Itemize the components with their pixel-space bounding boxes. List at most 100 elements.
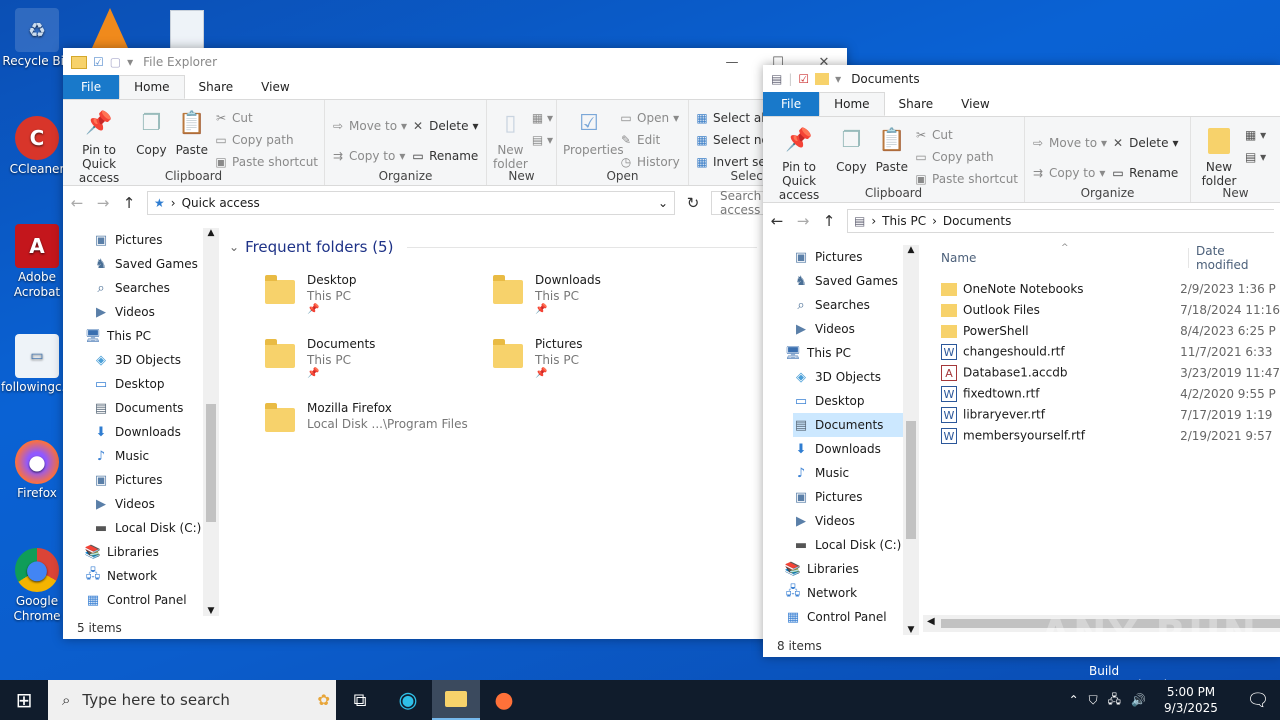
nav-scrollbar[interactable]: ▲ ▼ <box>203 228 219 616</box>
tab-file[interactable]: File <box>63 75 120 99</box>
edge-taskbar-button[interactable]: ◉ <box>384 680 432 720</box>
sidebar-item-documents[interactable]: ▤ Documents <box>93 396 203 420</box>
volume-icon[interactable]: 🔊 <box>1131 693 1146 707</box>
back-arrow-icon[interactable]: ← <box>769 212 785 230</box>
scrollbar-thumb[interactable] <box>206 404 216 522</box>
table-row[interactable]: Wlibraryever.rtf 7/17/2019 1:19 <box>941 404 1280 425</box>
folder-tile-desktop[interactable]: Desktop This PC 📌 <box>265 272 357 315</box>
move-to-button[interactable]: ⇨ Move to ▾ <box>331 116 407 135</box>
nav-scrollbar[interactable]: ▲ ▼ <box>903 245 919 635</box>
taskbar-search-box[interactable]: ⌕ Type here to search ✿ <box>48 680 336 720</box>
copy-to-button[interactable]: ⇉ Copy to ▾ <box>1031 163 1107 182</box>
sidebar-item-3d-objects[interactable]: ◈ 3D Objects <box>93 348 203 372</box>
sidebar-item-music[interactable]: ♪ Music <box>93 444 203 468</box>
chevron-down-icon[interactable]: ⌄ <box>658 196 668 210</box>
tab-file[interactable]: File <box>763 92 820 116</box>
scrollbar-thumb[interactable] <box>906 421 916 539</box>
minimize-button[interactable]: — <box>709 48 755 76</box>
scroll-down-icon[interactable]: ▼ <box>203 606 219 616</box>
sidebar-item-control-panel[interactable]: ▦ Control Panel <box>85 588 203 612</box>
refresh-icon[interactable]: ↻ <box>685 194 701 212</box>
table-row[interactable]: Outlook Files 7/18/2024 11:16 <box>941 299 1280 320</box>
frequent-folders-header[interactable]: ⌄ Frequent folders (5) <box>229 238 757 256</box>
start-button[interactable]: ⊞ <box>0 680 48 720</box>
delete-button[interactable]: ✕ Delete ▾ <box>1111 133 1179 152</box>
copy-to-button[interactable]: ⇉ Copy to ▾ <box>331 146 407 165</box>
sidebar-item-videos[interactable]: ▶ Videos <box>793 509 903 533</box>
sidebar-item-searches[interactable]: ⌕ Searches <box>793 293 903 317</box>
address-bar[interactable]: ▤ › This PC › Documents <box>847 209 1274 233</box>
rename-button[interactable]: ▭ Rename <box>411 146 478 165</box>
breadcrumb-this-pc[interactable]: This PC <box>882 214 926 228</box>
notification-button[interactable]: 🗨 <box>1236 680 1280 720</box>
task-view-button[interactable]: ⧉ <box>336 680 384 720</box>
sidebar-item-3d-objects[interactable]: ◈ 3D Objects <box>793 365 903 389</box>
sidebar-item-pictures[interactable]: ▣ Pictures <box>793 245 903 269</box>
move-to-button[interactable]: ⇨ Move to ▾ <box>1031 133 1107 152</box>
vlc-icon[interactable] <box>92 8 128 48</box>
security-icon[interactable]: ⛉ <box>1089 693 1098 708</box>
scroll-up-icon[interactable]: ▲ <box>903 245 919 259</box>
column-name[interactable]: Name <box>923 251 1188 265</box>
scroll-down-icon[interactable]: ▼ <box>903 625 919 635</box>
tab-home[interactable]: Home <box>119 75 185 99</box>
folder-tile-downloads[interactable]: Downloads This PC 📌 <box>493 272 601 315</box>
sidebar-item-videos[interactable]: ▶ Videos <box>93 300 203 324</box>
column-divider[interactable] <box>1187 248 1189 268</box>
network-icon[interactable]: 🖧 <box>1108 690 1121 711</box>
sidebar-item-saved-games[interactable]: ♞ Saved Games <box>93 252 203 276</box>
sidebar-item-searches[interactable]: ⌕ Searches <box>93 276 203 300</box>
delete-button[interactable]: ✕ Delete ▾ <box>411 116 479 135</box>
copy-path-button[interactable]: ▭ Copy path <box>914 147 1018 166</box>
sidebar-item-network[interactable]: 🖧 Network <box>785 581 903 605</box>
new-item-button[interactable]: ▦ ▾ <box>532 108 553 127</box>
up-arrow-icon[interactable]: ↑ <box>121 194 137 212</box>
sidebar-item-pictures[interactable]: ▣ Pictures <box>793 485 903 509</box>
new-item-button[interactable]: ▦ ▾ <box>1245 125 1266 144</box>
folder-tile-pictures[interactable]: Pictures This PC 📌 <box>493 336 583 379</box>
forward-arrow-icon[interactable]: → <box>795 212 811 230</box>
table-row[interactable]: A Database1.accdb 3/23/2019 11:47 <box>941 362 1280 383</box>
open-button[interactable]: ▭ Open ▾ <box>619 108 680 127</box>
table-row[interactable]: Wchangeshould.rtf 11/7/2021 6:33 <box>941 341 1280 362</box>
sidebar-item-pictures[interactable]: ▣ Pictures <box>93 228 203 252</box>
table-row[interactable]: Wfixedtown.rtf 4/2/2020 9:55 P <box>941 383 1280 404</box>
sidebar-item-local-disk[interactable]: ▬ Local Disk (C:) <box>93 516 203 540</box>
cut-button[interactable]: ✂ Cut <box>214 108 318 127</box>
sidebar-item-libraries[interactable]: 📚 Libraries <box>785 557 903 581</box>
folder-tile-mozilla-firefox[interactable]: Mozilla Firefox Local Disk ...\Program Fi… <box>265 400 468 432</box>
tab-share[interactable]: Share <box>885 93 948 116</box>
chevron-up-icon[interactable]: ⌃ <box>1069 693 1079 707</box>
sidebar-item-local-disk[interactable]: ▬ Local Disk (C:) <box>793 533 903 557</box>
scroll-left-icon[interactable]: ◀ <box>927 616 935 627</box>
easy-access-button[interactable]: ▤ ▾ <box>1245 147 1266 166</box>
tab-view[interactable]: View <box>247 76 303 99</box>
scroll-up-icon[interactable]: ▲ <box>203 228 219 242</box>
sidebar-item-network[interactable]: 🖧 Network <box>85 564 203 588</box>
file-explorer-taskbar-button[interactable] <box>432 680 480 720</box>
new-folder-qa-icon[interactable] <box>815 73 830 85</box>
sidebar-item-music[interactable]: ♪ Music <box>793 461 903 485</box>
forward-arrow-icon[interactable]: → <box>95 194 111 212</box>
properties-qa-icon[interactable]: ☑ <box>93 55 104 69</box>
sidebar-item-saved-games[interactable]: ♞ Saved Games <box>793 269 903 293</box>
tab-view[interactable]: View <box>947 93 1003 116</box>
copy-path-button[interactable]: ▭ Copy path <box>214 130 318 149</box>
chevron-down-icon[interactable]: ▾ <box>127 55 133 69</box>
new-folder-qa-icon[interactable]: ▢ <box>110 55 121 69</box>
chevron-down-icon[interactable]: ▾ <box>835 72 841 86</box>
cut-button[interactable]: ✂ Cut <box>914 125 1018 144</box>
sidebar-item-this-pc[interactable]: 🖥 This PC <box>85 324 203 348</box>
easy-access-button[interactable]: ▤ ▾ <box>532 130 553 149</box>
properties-qa-icon[interactable]: ☑ <box>798 72 809 86</box>
firefox-taskbar-button[interactable]: ● <box>480 680 528 720</box>
table-row[interactable]: OneNote Notebooks 2/9/2023 1:36 P <box>941 278 1280 299</box>
sidebar-item-documents[interactable]: ▤ Documents <box>793 413 903 437</box>
column-date-modified[interactable]: Date modified <box>1196 244 1280 272</box>
edit-button[interactable]: ✎ Edit <box>619 130 680 149</box>
sidebar-item-this-pc[interactable]: 🖥 This PC <box>785 341 903 365</box>
tab-home[interactable]: Home <box>819 92 885 116</box>
image-file-icon[interactable] <box>170 10 204 50</box>
sidebar-item-libraries[interactable]: 📚 Libraries <box>85 540 203 564</box>
up-arrow-icon[interactable]: ↑ <box>821 212 837 230</box>
